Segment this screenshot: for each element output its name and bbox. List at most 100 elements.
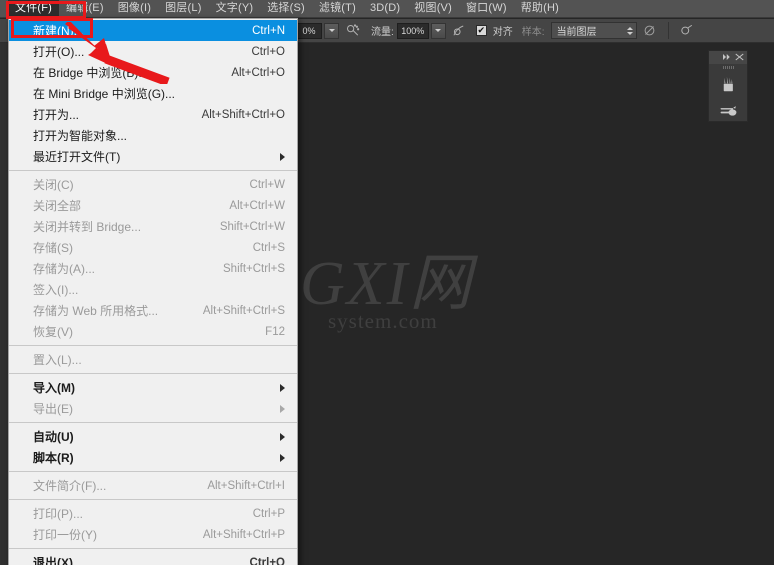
menu-item-automate-label: 自动(U) (33, 428, 270, 445)
menu-item-save-for-web-shortcut: Alt+Shift+Ctrl+S (203, 305, 285, 317)
flow-dropdown-button[interactable] (431, 23, 446, 39)
file-menu-dropdown[interactable]: 新建(N)... Ctrl+N 打开(O)... Ctrl+O 在 Bridge 中浏览… (8, 18, 298, 565)
menu-item-close-all-shortcut: Alt+Ctrl+W (229, 200, 285, 212)
menu-item-exit[interactable]: 退出(X) Ctrl+Q (9, 552, 297, 565)
menu-item-check-in: 签入(I)... (9, 279, 297, 300)
menu-select[interactable]: 选择(S) (260, 0, 312, 18)
menu-separator-2 (9, 345, 297, 346)
menu-item-revert-label: 恢复(V) (33, 323, 241, 340)
watermark-main-text: GXI网 (300, 253, 473, 315)
menu-item-browse-mini-bridge-label: 在 Mini Bridge 中浏览(G)... (33, 85, 285, 102)
menu-view[interactable]: 视图(V) (407, 0, 459, 18)
menu-separator-7 (9, 548, 297, 549)
menu-item-save-as: 存储为(A)...Shift+Ctrl+S (9, 258, 297, 279)
menu-item-file-info-label: 文件简介(F)... (33, 477, 183, 494)
menu-3d[interactable]: 3D(D) (363, 0, 407, 18)
menu-item-open-as[interactable]: 打开为... Alt+Shift+Ctrl+O (9, 104, 297, 125)
menu-item-file-info: 文件简介(F)... Alt+Shift+Ctrl+I (9, 475, 297, 496)
menu-item-close-go-bridge: 关闭并转到 Bridge... Shift+Ctrl+W (9, 216, 297, 237)
menu-separator-1 (9, 170, 297, 171)
sample-select[interactable]: 当前图层 (551, 22, 637, 39)
sample-select-value: 当前图层 (557, 23, 597, 38)
menu-bar[interactable]: 文件(F) 编辑(E) 图像(I) 图层(L) 文字(Y) 选择(S) 滤镜(T… (0, 0, 774, 18)
menu-item-revert: 恢复(V)F12 (9, 321, 297, 342)
opacity-dropdown-button[interactable] (324, 23, 339, 39)
menu-item-file-info-shortcut: Alt+Shift+Ctrl+I (207, 480, 285, 492)
menu-item-exit-shortcut: Ctrl+Q (250, 557, 285, 565)
menu-item-open-as-shortcut: Alt+Shift+Ctrl+O (202, 109, 285, 121)
sample-label: 样本: (522, 23, 545, 38)
menu-window[interactable]: 窗口(W) (459, 0, 514, 18)
menu-item-export: 导出(E) (9, 398, 297, 419)
clone-source-icon[interactable] (677, 22, 697, 40)
menu-item-browse-bridge[interactable]: 在 Bridge 中浏览(B)...Alt+Ctrl+O (9, 62, 297, 83)
menu-item-print-one-copy: 打印一份(Y) Alt+Shift+Ctrl+P (9, 524, 297, 545)
menu-layer[interactable]: 图层(L) (158, 0, 208, 18)
menu-image[interactable]: 图像(I) (111, 0, 158, 18)
menu-item-open-as-smart-object-label: 打开为智能对象... (33, 127, 285, 144)
menu-type[interactable]: 文字(Y) (209, 0, 261, 18)
menu-filter[interactable]: 滤镜(T) (312, 0, 363, 18)
menu-item-save: 存储(S) Ctrl+S (9, 237, 297, 258)
menu-item-automate[interactable]: 自动(U) (9, 426, 297, 447)
menu-item-close-shortcut: Ctrl+W (250, 179, 285, 191)
menu-item-import-label: 导入(M) (33, 379, 270, 396)
menu-item-close-go-bridge-shortcut: Shift+Ctrl+W (220, 221, 285, 233)
collapse-panel-icon[interactable] (735, 53, 744, 63)
menu-item-import[interactable]: 导入(M) (9, 377, 297, 398)
menu-item-open-as-smart-object[interactable]: 打开为智能对象... (9, 125, 297, 146)
menu-item-save-as-shortcut: Shift+Ctrl+S (223, 263, 285, 275)
menu-item-save-for-web: 存储为 Web 所用格式... Alt+Shift+Ctrl+S (9, 300, 297, 321)
menu-item-print: 打印(P)...Ctrl+P (9, 503, 297, 524)
submenu-arrow-icon (280, 384, 285, 392)
menu-separator-5 (9, 471, 297, 472)
menu-item-open-as-label: 打开为... (33, 106, 178, 123)
watermark-sub-text: system.com (328, 309, 473, 334)
menu-item-open-label: 打开(O)... (33, 43, 227, 60)
menu-item-new-label: 新建(N)... (33, 22, 228, 39)
opacity-value-field[interactable]: 0% (296, 23, 322, 39)
submenu-arrow-icon (280, 405, 285, 413)
menu-item-new[interactable]: 新建(N)... Ctrl+N (9, 20, 297, 41)
menu-item-print-one-copy-shortcut: Alt+Shift+Ctrl+P (203, 529, 285, 541)
photoshop-window: GXI网 system.com 0% (0, 0, 774, 565)
tablet-pressure-icon[interactable] (449, 22, 469, 40)
menu-item-save-label: 存储(S) (33, 239, 229, 256)
align-checkbox[interactable]: ✔ (476, 25, 487, 36)
menu-item-print-label: 打印(P)... (33, 505, 229, 522)
menu-item-exit-label: 退出(X) (33, 554, 226, 565)
menu-item-open-shortcut: Ctrl+O (251, 46, 285, 58)
submenu-arrow-icon (280, 433, 285, 441)
submenu-arrow-icon (280, 454, 285, 462)
menu-item-open-recent[interactable]: 最近打开文件(T) (9, 146, 297, 167)
ignore-adjustment-layers-icon[interactable] (640, 22, 660, 40)
menu-item-close-label: 关闭(C) (33, 176, 226, 193)
menu-item-print-one-copy-label: 打印一份(Y) (33, 526, 179, 543)
double-arrow-right-icon[interactable] (723, 53, 732, 63)
right-dock-header[interactable] (709, 51, 747, 64)
menu-help[interactable]: 帮助(H) (514, 0, 566, 18)
menu-edit[interactable]: 编辑(E) (59, 0, 111, 18)
menu-item-save-shortcut: Ctrl+S (253, 242, 285, 254)
sample-select-spinner-icon (627, 27, 633, 35)
menu-item-save-for-web-label: 存储为 Web 所用格式... (33, 302, 179, 319)
menu-separator-3 (9, 373, 297, 374)
brush-panel-icon[interactable] (709, 97, 747, 123)
menu-item-check-in-label: 签入(I)... (33, 281, 285, 298)
brush-presets-icon[interactable] (709, 71, 747, 97)
flow-value-field[interactable]: 100% (397, 23, 429, 39)
menu-item-close-go-bridge-label: 关闭并转到 Bridge... (33, 218, 196, 235)
menu-item-browse-bridge-label: 在 Bridge 中浏览(B)... (33, 64, 207, 81)
flow-label: 流量: (371, 23, 394, 38)
menu-item-place: 置入(L)... (9, 349, 297, 370)
align-label: 对齐 (493, 23, 513, 38)
menu-item-open[interactable]: 打开(O)... Ctrl+O (9, 41, 297, 62)
menu-item-scripts-label: 脚本(R) (33, 449, 270, 466)
airbrush-icon[interactable] (342, 22, 362, 40)
right-dock-panel[interactable] (708, 50, 748, 122)
menu-item-scripts[interactable]: 脚本(R) (9, 447, 297, 468)
menu-file[interactable]: 文件(F) (8, 0, 59, 18)
menu-item-new-shortcut: Ctrl+N (252, 25, 285, 37)
menu-item-browse-mini-bridge[interactable]: 在 Mini Bridge 中浏览(G)... (9, 83, 297, 104)
right-dock-grip[interactable] (709, 64, 747, 71)
